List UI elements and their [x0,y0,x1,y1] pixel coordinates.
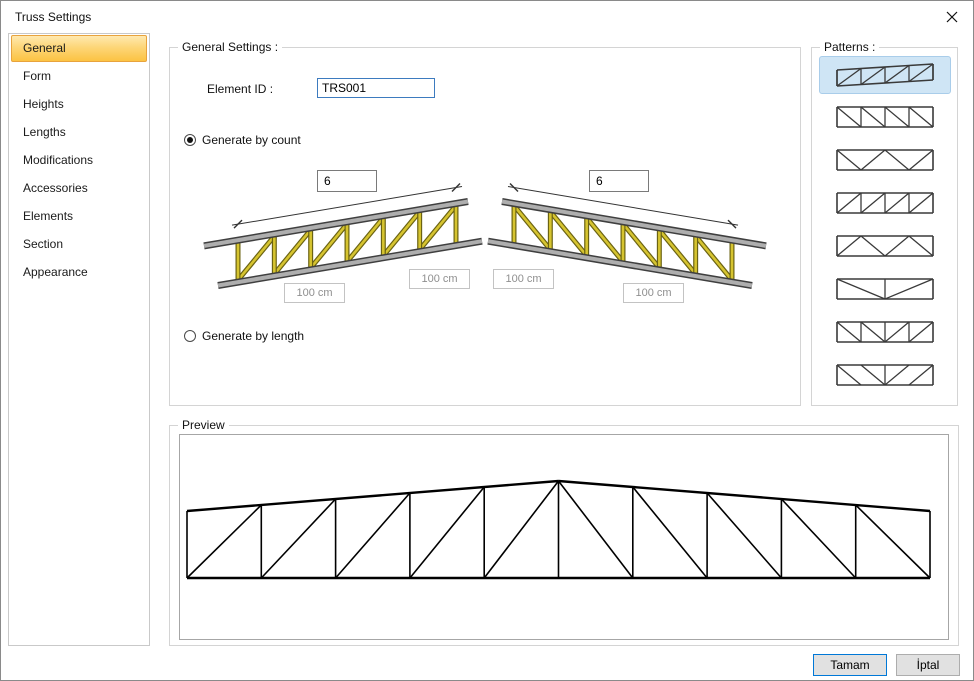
cancel-button[interactable]: İptal [896,654,960,676]
sidebar-item-general[interactable]: General [11,35,147,62]
element-id-input[interactable] [317,78,435,98]
warren-start-up-icon [833,232,937,262]
radio-icon [184,134,196,146]
sidebar-item-label: Accessories [23,181,88,195]
general-settings-group: General Settings : Element ID : Generate… [169,47,801,406]
sidebar: General Form Heights Lengths Modificatio… [8,33,150,646]
sidebar-item-section[interactable]: Section [11,231,147,258]
pattern-option-7[interactable] [819,314,951,352]
radio-icon [184,330,196,342]
sidebar-item-label: General [23,41,66,55]
ok-button[interactable]: Tamam [813,654,887,676]
close-icon [946,11,958,23]
n-truss-left-icon [833,103,937,133]
preview-group: Preview [169,425,959,646]
pattern-list [812,56,957,395]
sidebar-item-label: Form [23,69,51,83]
sidebar-item-accessories[interactable]: Accessories [11,175,147,202]
truss-settings-dialog: Truss Settings General Form Heights Leng… [0,0,974,681]
generate-by-length-radio[interactable]: Generate by length [184,329,304,343]
sidebar-item-lengths[interactable]: Lengths [11,119,147,146]
sidebar-item-label: Elements [23,209,73,223]
sidebar-item-label: Modifications [23,153,93,167]
patterns-legend: Patterns : [820,40,879,54]
pattern-option-2[interactable] [819,99,951,137]
close-button[interactable] [941,7,963,27]
right-truss-span-left-input[interactable] [493,269,554,289]
left-truss-span-right-input[interactable] [409,269,470,289]
pattern-option-4[interactable] [819,185,951,223]
sidebar-item-modifications[interactable]: Modifications [11,147,147,174]
n-truss-right-icon [833,189,937,219]
sidebar-item-elements[interactable]: Elements [11,203,147,230]
warren-start-down-icon [833,146,937,176]
preview-truss-drawing [180,435,948,639]
sidebar-item-label: Section [23,237,63,251]
patterns-group: Patterns : [811,47,958,406]
pratt-truss-icon [833,318,937,348]
sidebar-item-label: Lengths [23,125,66,139]
pattern-option-3[interactable] [819,142,951,180]
general-settings-legend: General Settings : [178,40,282,54]
sidebar-item-heights[interactable]: Heights [11,91,147,118]
sidebar-item-label: Appearance [23,265,88,279]
pattern-option-6[interactable] [819,271,951,309]
left-truss-span-left-input[interactable] [284,283,345,303]
preview-canvas [179,434,949,640]
generate-by-count-label: Generate by count [202,133,301,147]
sidebar-item-form[interactable]: Form [11,63,147,90]
generate-by-length-label: Generate by length [202,329,304,343]
slanted-n-truss-icon [833,60,937,90]
pattern-option-1[interactable] [819,56,951,94]
pattern-option-8[interactable] [819,357,951,395]
titlebar: Truss Settings [1,1,973,31]
pattern-option-5[interactable] [819,228,951,266]
howe-symmetric-icon [833,361,937,391]
window-title: Truss Settings [15,10,91,24]
element-id-label: Element ID : [207,82,273,96]
sidebar-item-appearance[interactable]: Appearance [11,259,147,286]
generate-by-count-radio[interactable]: Generate by count [184,133,301,147]
sidebar-item-label: Heights [23,97,64,111]
right-truss-span-right-input[interactable] [623,283,684,303]
preview-legend: Preview [178,418,229,432]
queen-post-icon [833,275,937,305]
